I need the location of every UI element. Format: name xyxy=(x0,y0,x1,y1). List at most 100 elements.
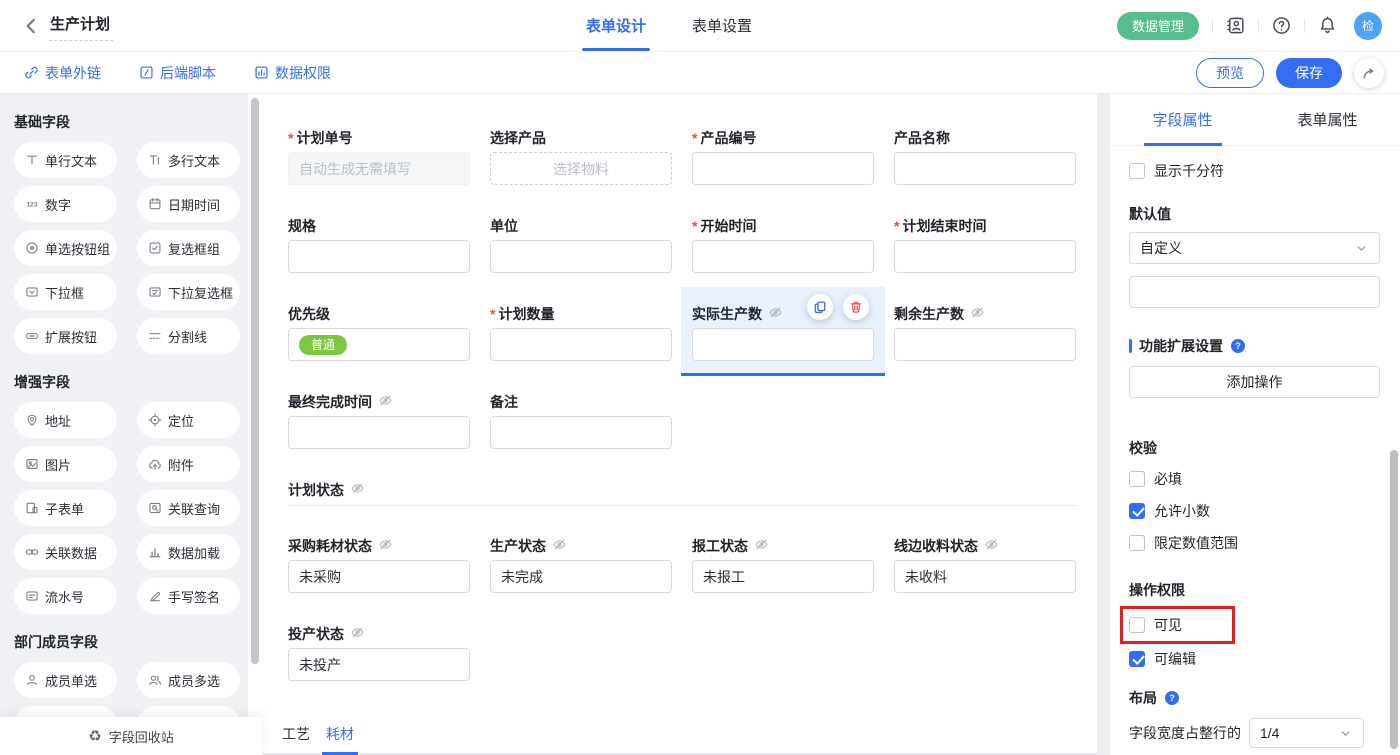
field-type-item[interactable]: 下拉框 xyxy=(14,274,117,310)
field-product-code[interactable]: *产品编号 xyxy=(692,128,874,185)
toolbar-link[interactable]: 表单外链 xyxy=(24,63,101,83)
prod-status-input[interactable]: 未完成 xyxy=(490,560,672,593)
purchase-status-input[interactable]: 未采购 xyxy=(288,560,470,593)
field-final-time[interactable]: 最终完成时间 xyxy=(288,392,470,449)
plan-no-input[interactable]: 自动生成无需填写 xyxy=(288,152,470,185)
default-value-select[interactable]: 自定义 xyxy=(1129,232,1380,264)
field-plan-qty[interactable]: *计划数量 xyxy=(490,304,672,361)
thousand-separator-option[interactable]: 显示千分符 xyxy=(1129,160,1380,182)
field-product-name[interactable]: 产品名称 xyxy=(894,128,1076,185)
preview-button[interactable]: 预览 xyxy=(1196,58,1264,88)
contact-book-icon[interactable] xyxy=(1226,16,1245,35)
delete-field-button[interactable] xyxy=(843,294,869,320)
permission-option-1-checkbox[interactable] xyxy=(1129,651,1145,667)
field-type-item[interactable]: 日期时间 xyxy=(137,186,240,222)
unit-input[interactable] xyxy=(490,240,672,273)
field-launch-status[interactable]: 投产状态未投产 xyxy=(288,624,470,681)
field-priority[interactable]: 优先级普通 xyxy=(288,304,470,361)
field-type-item[interactable]: 扩展按钮 xyxy=(14,318,117,354)
default-value-input[interactable] xyxy=(1129,276,1380,308)
field-type-item[interactable]: 成员单选 xyxy=(14,662,117,698)
panel-scrollbar-thumb[interactable] xyxy=(1390,450,1398,749)
field-type-item[interactable]: 复选框组 xyxy=(137,230,240,266)
select-product-picker[interactable]: 选择物料 xyxy=(490,152,672,185)
help-question-icon[interactable]: ? xyxy=(1230,338,1246,354)
field-type-item[interactable]: 成员多选 xyxy=(137,662,240,698)
bell-icon[interactable] xyxy=(1318,16,1337,35)
field-plan-no[interactable]: *计划单号自动生成无需填写 xyxy=(288,128,470,185)
field-width-select[interactable]: 1/4 xyxy=(1249,718,1364,748)
product-name-input[interactable] xyxy=(894,152,1076,185)
share-button[interactable] xyxy=(1354,58,1384,88)
line-status-input[interactable]: 未收料 xyxy=(894,560,1076,593)
sidebar-scrollbar-thumb[interactable] xyxy=(251,98,259,664)
actual-qty-input[interactable] xyxy=(692,328,874,361)
layout-help-icon[interactable]: ? xyxy=(1164,690,1180,706)
field-type-item[interactable]: 下拉复选框 xyxy=(137,274,240,310)
header-tab-form-design[interactable]: 表单设计 xyxy=(586,0,646,51)
validation-option-2-checkbox[interactable] xyxy=(1129,535,1145,551)
field-actual-qty[interactable]: 实际生产数 xyxy=(692,304,874,361)
field-type-item[interactable]: 地址 xyxy=(14,402,117,438)
back-button[interactable] xyxy=(22,17,40,35)
field-type-item[interactable]: 单选按钮组 xyxy=(14,230,117,266)
field-recycle-bin[interactable]: ♻ 字段回收站 xyxy=(0,717,262,755)
field-prod-status[interactable]: 生产状态未完成 xyxy=(490,536,672,593)
avatar[interactable]: 检 xyxy=(1354,12,1382,40)
field-unit[interactable]: 单位 xyxy=(490,216,672,273)
end-time-input[interactable] xyxy=(894,240,1076,273)
field-line-status[interactable]: 线边收料状态未收料 xyxy=(894,536,1076,593)
field-type-item[interactable]: 图片 xyxy=(14,446,117,482)
copy-field-button[interactable] xyxy=(807,294,833,320)
thousand-separator-checkbox[interactable] xyxy=(1129,163,1145,179)
permission-option-0-checkbox[interactable] xyxy=(1129,617,1145,633)
field-spec[interactable]: 规格 xyxy=(288,216,470,273)
field-select-product[interactable]: 选择产品选择物料 xyxy=(490,128,672,185)
permission-option-1[interactable]: 可编辑 xyxy=(1129,648,1380,670)
field-remain-qty[interactable]: 剩余生产数 xyxy=(894,304,1076,361)
field-type-item[interactable]: 附件 xyxy=(137,446,240,482)
launch-status-input[interactable]: 未投产 xyxy=(288,648,470,681)
plan-qty-input[interactable] xyxy=(490,328,672,361)
report-status-input[interactable]: 未报工 xyxy=(692,560,874,593)
field-type-item[interactable]: 数据加载 xyxy=(137,534,240,570)
remain-qty-input[interactable] xyxy=(894,328,1076,361)
remark-input[interactable] xyxy=(490,416,672,449)
start-time-input[interactable] xyxy=(692,240,874,273)
field-type-item[interactable]: 定位 xyxy=(137,402,240,438)
data-manage-button[interactable]: 数据管理 xyxy=(1117,12,1199,40)
validation-option-1[interactable]: 允许小数 xyxy=(1129,500,1380,522)
field-type-item[interactable]: 单行文本 xyxy=(14,142,117,178)
product-code-input[interactable] xyxy=(692,152,874,185)
field-type-item[interactable]: 流水号 xyxy=(14,578,117,614)
field-type-item[interactable]: 关联查询 xyxy=(137,490,240,526)
field-type-item[interactable]: 多行文本 xyxy=(137,142,240,178)
field-type-item[interactable]: 关联数据 xyxy=(14,534,117,570)
subform-tab-active[interactable]: 耗材 xyxy=(326,724,354,753)
panel-tab-field-props[interactable]: 字段属性 xyxy=(1110,94,1255,145)
validation-option-0-checkbox[interactable] xyxy=(1129,471,1145,487)
field-purchase-status[interactable]: 采购耗材状态未采购 xyxy=(288,536,470,593)
toolbar-link[interactable]: 后端脚本 xyxy=(139,63,216,83)
field-remark[interactable]: 备注 xyxy=(490,392,672,449)
header-tab-form-settings[interactable]: 表单设置 xyxy=(692,0,752,51)
toolbar-link[interactable]: 数据权限 xyxy=(254,63,331,83)
field-plan-status[interactable]: 计划状态 xyxy=(288,480,1076,505)
save-button[interactable]: 保存 xyxy=(1276,58,1342,88)
priority-select[interactable]: 普通 xyxy=(288,328,470,361)
subform-tab-inactive[interactable]: 工艺 xyxy=(282,724,310,753)
field-type-item[interactable]: 手写签名 xyxy=(137,578,240,614)
field-start-time[interactable]: *开始时间 xyxy=(692,216,874,273)
validation-option-2[interactable]: 限定数值范围 xyxy=(1129,532,1380,554)
field-type-item[interactable]: 分割线 xyxy=(137,318,240,354)
field-type-item[interactable]: 子表单 xyxy=(14,490,117,526)
panel-tab-form-props[interactable]: 表单属性 xyxy=(1255,94,1400,145)
validation-option-0[interactable]: 必填 xyxy=(1129,468,1380,490)
add-action-button[interactable]: 添加操作 xyxy=(1129,366,1380,398)
spec-input[interactable] xyxy=(288,240,470,273)
field-type-item[interactable]: 123数字 xyxy=(14,186,117,222)
help-icon[interactable] xyxy=(1272,16,1291,35)
validation-option-1-checkbox[interactable] xyxy=(1129,503,1145,519)
permission-option-0[interactable]: 可见 xyxy=(1129,614,1226,636)
field-end-time[interactable]: *计划结束时间 xyxy=(894,216,1076,273)
